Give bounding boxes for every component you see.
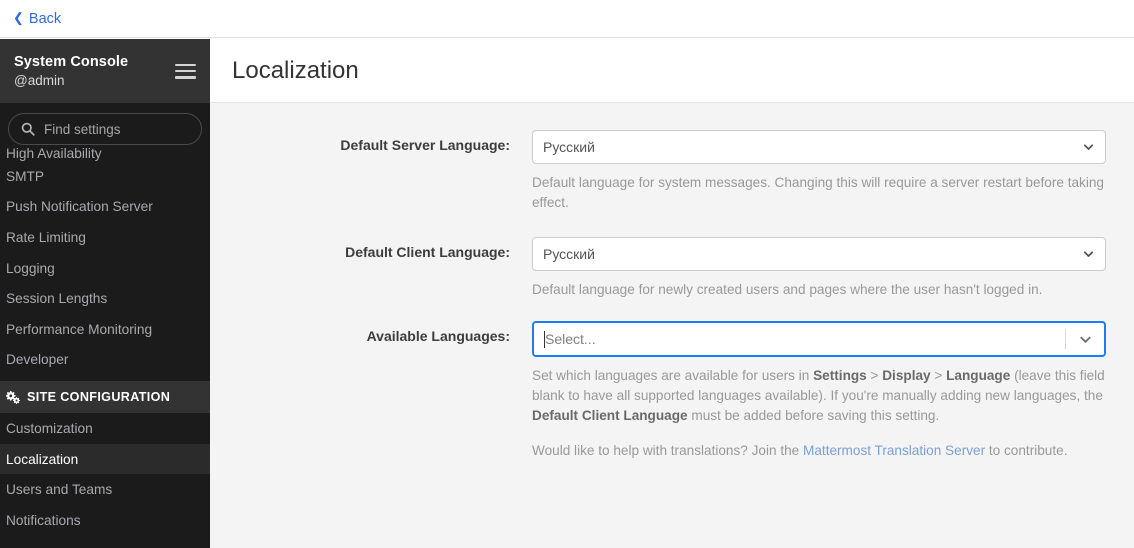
select-wrap-default-server-language: Русский: [532, 130, 1106, 164]
gears-icon: [6, 390, 20, 405]
main-header: Localization: [210, 39, 1134, 103]
label-default-server-language: Default Server Language:: [340, 137, 510, 153]
page-title: Localization: [232, 56, 359, 84]
multiselect-placeholder: Select...: [545, 331, 596, 347]
help-default-client-language: Default language for newly created users…: [532, 282, 1043, 297]
hamburger-line: [175, 69, 196, 73]
search-input[interactable]: [44, 121, 210, 137]
help-separator: >: [930, 368, 947, 383]
sidebar-header-text: System Console @admin: [14, 54, 175, 89]
multiselect-value-area[interactable]: Select...: [534, 330, 1065, 348]
sidebar-item-developer[interactable]: Developer: [0, 345, 210, 376]
sidebar-section-label: SITE CONFIGURATION: [27, 390, 171, 405]
help-bold-settings: Settings: [813, 368, 867, 383]
control-default-client-language: Русский Default language for newly creat…: [532, 237, 1120, 300]
help-text-part: must be added before saving this setting…: [687, 408, 940, 423]
sidebar-item-rate-limiting[interactable]: Rate Limiting: [0, 222, 210, 253]
sidebar-item-users-and-teams[interactable]: Users and Teams: [0, 474, 210, 505]
help-default-server-language: Default language for system messages. Ch…: [532, 175, 1104, 210]
field-row-available-languages: Available Languages: Select... Set which…: [210, 321, 1134, 461]
chevron-left-icon: ❮: [13, 10, 24, 25]
console-title: System Console: [14, 53, 129, 70]
console-username: @admin: [14, 72, 65, 88]
help-bold-language: Language: [946, 368, 1011, 383]
help-bold-display: Display: [882, 368, 931, 383]
sidebar-header: System Console @admin: [0, 39, 210, 103]
help-bold-default-client-language: Default Client Language: [532, 408, 688, 423]
top-bar: ❮ Back: [0, 0, 1134, 38]
localization-settings-form: Default Server Language: Русский Default…: [210, 103, 1134, 461]
help-translation-server: Would like to help with translations? Jo…: [532, 441, 1106, 461]
sidebar-item-session-lengths[interactable]: Session Lengths: [0, 283, 210, 314]
chevron-down-icon[interactable]: [1066, 332, 1104, 347]
sidebar-item-localization[interactable]: Localization: [0, 443, 210, 475]
sidebar-item-logging[interactable]: Logging: [0, 253, 210, 284]
hamburger-line: [175, 76, 196, 79]
field-row-default-server-language: Default Server Language: Русский Default…: [210, 130, 1134, 213]
hamburger-line: [175, 63, 196, 66]
label-available-languages: Available Languages:: [366, 328, 510, 344]
hamburger-menu-icon[interactable]: [175, 63, 196, 79]
sidebar-item-partial[interactable]: High Availability: [0, 147, 210, 161]
sidebar-item-customization[interactable]: Customization: [0, 413, 210, 444]
mattermost-translation-server-link[interactable]: Mattermost Translation Server: [803, 443, 985, 458]
sidebar-item-push-notification-server[interactable]: Push Notification Server: [0, 192, 210, 223]
help-separator: >: [866, 368, 883, 383]
sidebar-nav: High Availability SMTP Push Notification…: [0, 147, 210, 536]
help-available-languages: Set which languages are available for us…: [532, 366, 1106, 426]
sidebar: System Console @admin High Availability …: [0, 39, 210, 548]
multiselect-available-languages[interactable]: Select...: [532, 321, 1106, 357]
control-default-server-language: Русский Default language for system mess…: [532, 130, 1120, 213]
help-text-part: Set which languages are available for us…: [532, 368, 814, 383]
translation-text-part: Would like to help with translations? Jo…: [532, 443, 804, 458]
back-button[interactable]: ❮ Back: [13, 11, 61, 27]
field-row-default-client-language: Default Client Language: Русский Default…: [210, 237, 1134, 300]
select-default-client-language[interactable]: Русский: [532, 237, 1106, 271]
control-available-languages: Select... Set which languages are availa…: [532, 321, 1120, 461]
sidebar-item-performance-monitoring[interactable]: Performance Monitoring: [0, 314, 210, 345]
label-default-client-language: Default Client Language:: [345, 244, 510, 260]
sidebar-item-smtp[interactable]: SMTP: [0, 161, 210, 192]
search-container: [0, 103, 210, 145]
sidebar-section-site-configuration: SITE CONFIGURATION: [0, 381, 210, 414]
back-label: Back: [28, 10, 62, 27]
sidebar-item-localization-label: Localization: [6, 451, 79, 467]
sidebar-item-notifications[interactable]: Notifications: [0, 505, 210, 536]
translation-text-part: to contribute.: [985, 443, 1068, 458]
select-wrap-default-client-language: Русский: [532, 237, 1106, 271]
search-box[interactable]: [8, 113, 210, 145]
search-icon: [21, 122, 35, 136]
select-default-server-language[interactable]: Русский: [532, 130, 1106, 164]
main-content: Localization Default Server Language: Ру…: [210, 39, 1134, 548]
